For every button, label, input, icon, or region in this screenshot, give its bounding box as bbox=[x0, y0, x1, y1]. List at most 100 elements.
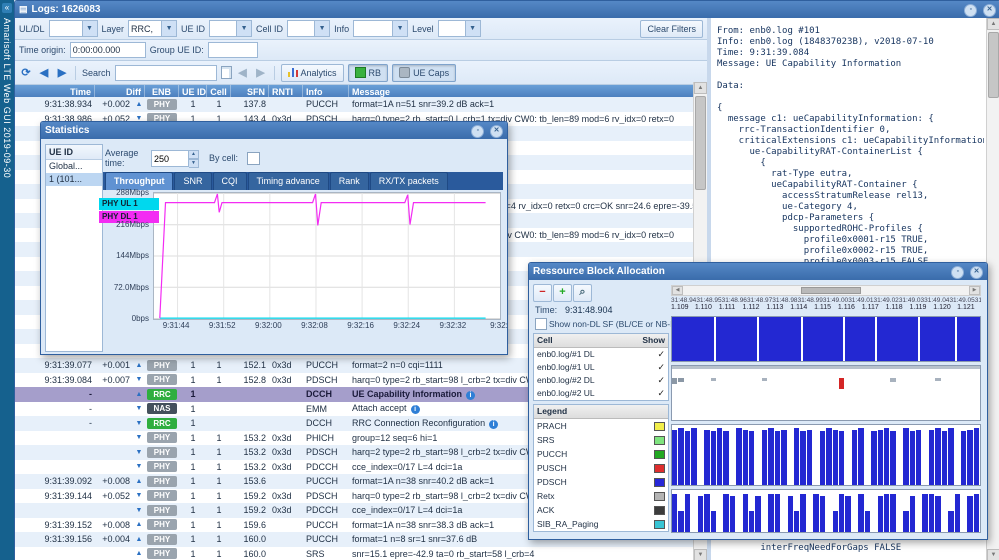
info-icon[interactable]: i bbox=[411, 405, 420, 414]
scroll-right-icon[interactable]: ▶ bbox=[969, 286, 980, 295]
cell-show-checkbox[interactable]: ✓ bbox=[657, 387, 665, 400]
log-toolbar: ⟳ ◀ ▶ Search ◀ ▶ Analytics RB bbox=[15, 61, 707, 85]
rb-hscrollbar[interactable]: ◀ ▶ bbox=[671, 285, 981, 296]
rb-cell-row[interactable]: enb0.log/#2 DL✓ bbox=[534, 374, 668, 387]
scroll-left-icon[interactable]: ◀ bbox=[672, 286, 683, 295]
search-doc-icon[interactable] bbox=[221, 66, 232, 79]
next-match-icon[interactable]: ▶ bbox=[254, 66, 268, 79]
collapse-icon[interactable]: « bbox=[2, 3, 12, 13]
search-input[interactable] bbox=[115, 65, 217, 81]
scroll-down-icon[interactable]: ▼ bbox=[987, 549, 999, 560]
ue-list-item[interactable]: 1 (101... bbox=[46, 173, 102, 186]
prev-match-icon[interactable]: ◀ bbox=[236, 66, 250, 79]
detail-line: ue-CapabilityRAT-ContainerList { bbox=[717, 147, 984, 158]
clear-filters-button[interactable]: Clear Filters bbox=[640, 20, 703, 38]
detail-line: Data: bbox=[717, 81, 984, 92]
zoom-out-button[interactable]: − bbox=[533, 284, 552, 302]
app-sidebar[interactable]: « Amarisoft LTE Web GUI 2019-09-30 bbox=[0, 0, 14, 560]
close-icon[interactable]: ✕ bbox=[970, 266, 983, 279]
close-icon[interactable]: ✕ bbox=[983, 4, 996, 17]
cell-show-checkbox[interactable]: ✓ bbox=[657, 374, 665, 387]
next-icon[interactable]: ▶ bbox=[55, 66, 69, 79]
refresh-icon[interactable]: ⟳ bbox=[19, 66, 33, 79]
restore-icon[interactable]: ▫ bbox=[964, 4, 977, 17]
level-select[interactable]: ▼ bbox=[438, 20, 481, 37]
frame-time-label: 31:49.04 bbox=[924, 297, 949, 304]
restore-icon[interactable]: ▫ bbox=[951, 266, 964, 279]
by-cell-checkbox[interactable] bbox=[247, 152, 260, 165]
cellid-select[interactable]: ▼ bbox=[287, 20, 330, 37]
group-ueid-input[interactable] bbox=[208, 42, 258, 58]
rb-band-0[interactable] bbox=[671, 316, 981, 362]
layer-label: Layer bbox=[102, 24, 125, 34]
scrollbar-thumb[interactable] bbox=[988, 32, 999, 98]
analytics-button[interactable]: Analytics bbox=[281, 64, 344, 82]
rb-cell-row[interactable]: enb0.log/#1 DL✓ bbox=[534, 348, 668, 361]
layer-select[interactable]: RRC,▼ bbox=[128, 20, 177, 37]
rb-cell-row[interactable]: enb0.log/#1 UL✓ bbox=[534, 361, 668, 374]
cell-show-checkbox[interactable]: ✓ bbox=[657, 361, 665, 374]
chevron-down-icon: ▼ bbox=[82, 21, 97, 36]
tab-timing-advance[interactable]: Timing advance bbox=[248, 172, 329, 190]
rb-window-header[interactable]: Ressource Block Allocation ▫ ✕ bbox=[529, 263, 987, 280]
tab-snr[interactable]: SNR bbox=[174, 172, 211, 190]
average-time-input[interactable] bbox=[151, 150, 189, 167]
rb-bands bbox=[671, 316, 981, 533]
table-row[interactable]: ▲PHY11160.0SRSsnr=15.1 epre=-42.9 ta=0 r… bbox=[15, 547, 694, 560]
logs-window-header[interactable]: ▤ Logs: 1626083 ▫ ✕ bbox=[15, 1, 999, 18]
ue-caps-button[interactable]: UE Caps bbox=[392, 64, 456, 82]
show-non-dl-checkbox[interactable] bbox=[535, 318, 547, 330]
chevron-down-icon: ▼ bbox=[465, 21, 480, 36]
prev-icon[interactable]: ◀ bbox=[37, 66, 51, 79]
tab-cqi[interactable]: CQI bbox=[213, 172, 247, 190]
ue-list-item[interactable]: Global... bbox=[46, 160, 102, 173]
tab-rank[interactable]: Rank bbox=[330, 172, 369, 190]
uplink-icon: ▲ bbox=[133, 536, 145, 543]
magnifier-icon[interactable]: ⌕ bbox=[573, 284, 592, 302]
scrollbar-thumb[interactable] bbox=[801, 287, 861, 294]
ueid-select[interactable]: ▼ bbox=[209, 20, 252, 37]
x-axis-label: 9:31:52 bbox=[200, 321, 244, 330]
rb-grid-icon bbox=[355, 67, 366, 78]
scroll-up-icon[interactable]: ▲ bbox=[694, 82, 707, 94]
layer-badge: PHY bbox=[147, 432, 177, 443]
spinner-up-icon[interactable]: ▲ bbox=[189, 150, 199, 159]
rb-legend-table: Legend PRACHSRSPUCCHPUSCHPDSCHRetxACKSIB… bbox=[533, 404, 669, 532]
info-icon[interactable]: i bbox=[489, 420, 498, 429]
close-icon[interactable]: ✕ bbox=[490, 125, 503, 138]
tab-rx-tx-packets[interactable]: RX/TX packets bbox=[370, 172, 448, 190]
rb-band-3[interactable] bbox=[671, 489, 981, 533]
cell-show-checkbox[interactable]: ✓ bbox=[657, 348, 665, 361]
detail-line: profile0x0001-r15 TRUE, bbox=[717, 235, 984, 246]
rb-allocation-grid[interactable]: ◀ ▶ 31:48.9431:48.9531:48.9631:48.9731:4… bbox=[671, 285, 981, 537]
statistics-window-header[interactable]: Statistics ▫ ✕ bbox=[41, 122, 507, 139]
info-select[interactable]: ▼ bbox=[353, 20, 408, 37]
detail-line: ueCapabilityRAT-Container { bbox=[717, 180, 984, 191]
throughput-chart[interactable] bbox=[153, 192, 501, 320]
filter-bar-2: Time origin: Group UE ID: bbox=[15, 40, 707, 61]
show-column-header: Show bbox=[642, 334, 665, 347]
scroll-down-icon[interactable]: ▼ bbox=[694, 549, 707, 560]
scrollbar-thumb[interactable] bbox=[695, 96, 706, 190]
table-row[interactable]: 9:31:38.934+0.002▲PHY11137.8PUCCHformat=… bbox=[15, 97, 694, 112]
time-origin-input[interactable] bbox=[70, 42, 146, 58]
rb-band-1[interactable] bbox=[671, 365, 981, 421]
restore-icon[interactable]: ▫ bbox=[471, 125, 484, 138]
y-axis-label: 0bps bbox=[101, 314, 149, 323]
logs-icon: ▤ bbox=[19, 1, 28, 18]
rb-window: Ressource Block Allocation ▫ ✕ − + ⌕ Tim… bbox=[528, 262, 988, 540]
logs-window-title: Logs: 1626083 bbox=[32, 4, 101, 15]
info-icon[interactable]: i bbox=[466, 391, 475, 400]
legend-color-chip bbox=[654, 450, 665, 459]
rb-band-2[interactable] bbox=[671, 424, 981, 486]
uplink-icon: ▲ bbox=[133, 478, 145, 485]
chevron-down-icon: ▼ bbox=[236, 21, 251, 36]
rb-cell-row[interactable]: enb0.log/#2 UL✓ bbox=[534, 387, 668, 400]
frame-time-label: 31:49.00 bbox=[823, 297, 848, 304]
scroll-up-icon[interactable]: ▲ bbox=[987, 18, 999, 30]
zoom-in-button[interactable]: + bbox=[553, 284, 572, 302]
rb-button[interactable]: RB bbox=[348, 64, 389, 82]
spinner-down-icon[interactable]: ▼ bbox=[189, 159, 199, 168]
layer-badge: PHY bbox=[147, 99, 177, 110]
uldl-select[interactable]: ▼ bbox=[49, 20, 98, 37]
